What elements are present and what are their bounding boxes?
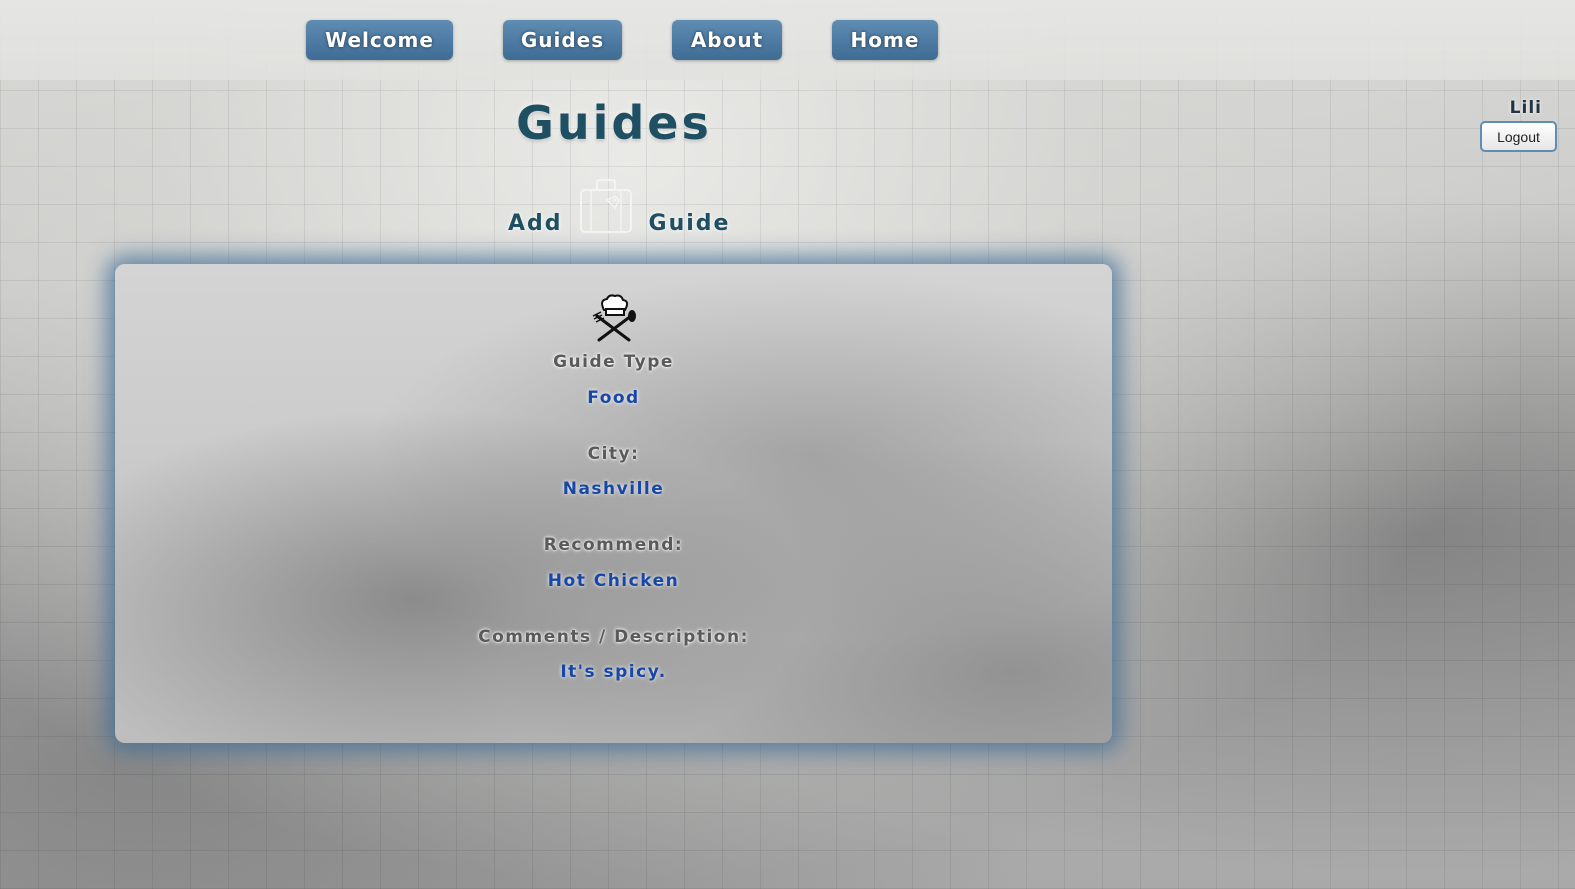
main-nav: Welcome Guides About Home [306, 20, 938, 60]
chef-icon [592, 294, 636, 342]
suitcase-icon [579, 179, 632, 233]
nav-about-button[interactable]: About [672, 20, 782, 60]
page-title: Guides [516, 96, 712, 150]
add-guide-button[interactable]: Add Guide [508, 178, 730, 236]
add-guide-label-add: Add [508, 211, 563, 236]
city-value: Nashville [562, 479, 665, 499]
city-label: City: [587, 444, 640, 464]
guide-type-value: Food [587, 388, 640, 408]
guide-card: Guide Type Food City: Nashville Recommen… [115, 264, 1112, 743]
user-name: Lili [1509, 98, 1542, 118]
comments-label: Comments / Description: [478, 627, 749, 647]
recommend-label: Recommend: [543, 535, 684, 555]
logout-button[interactable]: Logout [1480, 121, 1557, 152]
comments-value: It's spicy. [560, 662, 667, 682]
nav-welcome-button[interactable]: Welcome [306, 20, 453, 60]
recommend-value: Hot Chicken [547, 571, 680, 591]
add-guide-label-guide: Guide [648, 211, 731, 236]
guide-type-label: Guide Type [553, 352, 674, 372]
nav-home-button[interactable]: Home [832, 20, 938, 60]
nav-guides-button[interactable]: Guides [503, 20, 622, 60]
